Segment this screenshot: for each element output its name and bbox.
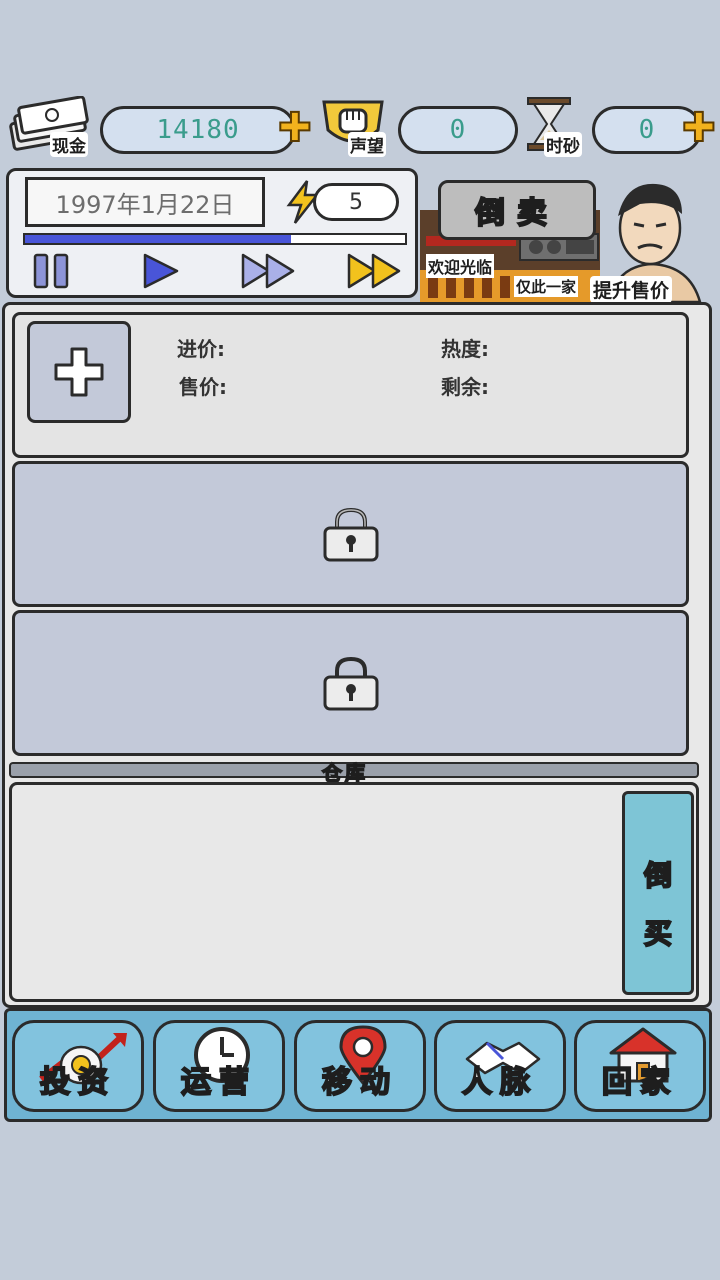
nav-move-label: 移动 <box>321 1064 398 1101</box>
time-progress-fill <box>25 235 291 243</box>
nav-home-button[interactable]: 回家 <box>574 1020 706 1112</box>
sell-button[interactable]: 倒卖 <box>438 180 596 240</box>
fastest-forward-button[interactable] <box>345 251 405 291</box>
buy-button-label-1: 倒 <box>643 858 673 893</box>
time-control-panel: 1997年1月22日 5 <box>6 168 418 298</box>
buy-price-label: 进价: <box>177 337 225 361</box>
pause-button[interactable] <box>29 251 75 291</box>
buy-button[interactable]: 倒 买 <box>622 791 694 995</box>
energy-pill: 5 <box>313 183 399 221</box>
upgrade-price-button[interactable]: 提升售价 <box>590 276 673 302</box>
heat-label: 热度: <box>441 337 489 361</box>
warehouse-area: 倒 买 <box>9 782 699 1002</box>
play-button[interactable] <box>137 251 183 291</box>
add-timesand-icon[interactable]: ✚ <box>681 107 716 149</box>
nav-operate-label: 运营 <box>180 1064 257 1101</box>
shop-scene: 倒卖 欢迎光临 仅此一家 提升售价 <box>420 170 714 302</box>
timesand-label: 时砂 <box>544 132 582 157</box>
plus-icon <box>54 347 104 397</box>
date-display: 1997年1月22日 <box>25 177 265 227</box>
locked-slot[interactable] <box>12 461 689 607</box>
date-text: 1997年1月22日 <box>55 190 235 219</box>
cash-value: 14180 <box>100 106 296 154</box>
sell-price-label: 售价: <box>179 375 227 399</box>
cash-label: 现金 <box>50 132 88 157</box>
nav-operate-button[interactable]: 运营 <box>153 1020 285 1112</box>
nav-home-label: 回家 <box>601 1064 678 1101</box>
shop-sign-text-2: 仅此一家 <box>514 276 579 297</box>
buy-button-label-2: 买 <box>643 916 673 951</box>
add-item-button[interactable] <box>27 321 131 423</box>
nav-contacts-button[interactable]: 人脉 <box>434 1020 566 1112</box>
nav-contacts-label: 人脉 <box>461 1064 538 1101</box>
energy-value: 5 <box>349 189 363 215</box>
reputation-value: 0 <box>398 106 518 154</box>
shop-sign-text: 欢迎光临 <box>426 254 495 278</box>
lock-icon <box>323 507 379 562</box>
time-progress-bar <box>23 233 407 245</box>
fast-forward-button[interactable] <box>239 251 299 291</box>
lock-icon <box>323 656 379 711</box>
remaining-label: 剩余: <box>441 375 489 399</box>
reputation-label: 声望 <box>348 132 386 157</box>
locked-slot[interactable] <box>12 610 689 756</box>
nav-invest-button[interactable]: 投资 <box>12 1020 144 1112</box>
stall-slot: 进价: 热度: 售价: 剩余: <box>12 312 689 458</box>
sell-button-label: 倒卖 <box>474 195 559 232</box>
nav-invest-label: 投资 <box>39 1064 116 1101</box>
add-cash-icon[interactable]: ✚ <box>277 107 312 149</box>
nav-move-button[interactable]: 移动 <box>294 1020 426 1112</box>
